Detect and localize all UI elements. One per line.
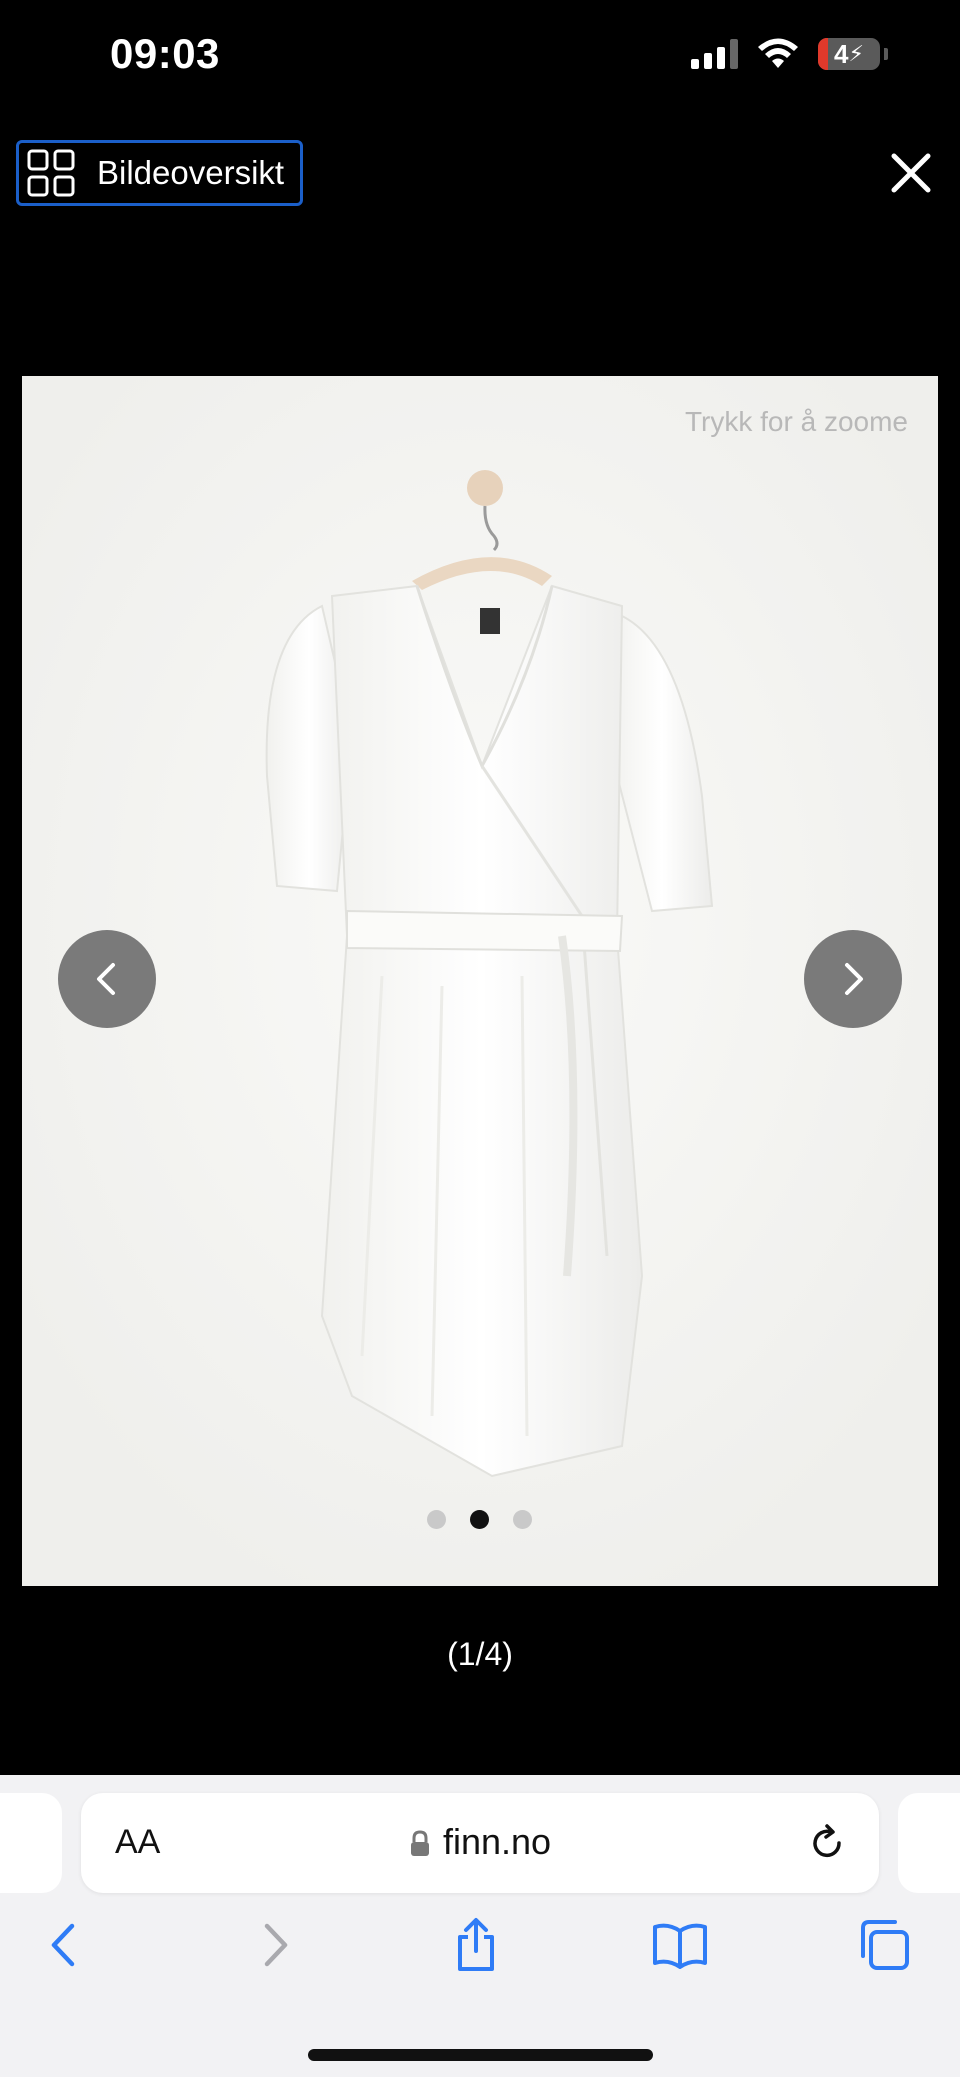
- back-button[interactable]: [34, 1915, 94, 1975]
- lock-icon: [410, 1830, 429, 1857]
- next-image-button[interactable]: [804, 930, 902, 1028]
- carousel-dot-active[interactable]: [470, 1510, 489, 1529]
- status-time: 09:03: [110, 30, 220, 77]
- zoom-hint: Trykk for å zoome: [684, 406, 908, 437]
- forward-button[interactable]: [245, 1915, 305, 1975]
- product-image[interactable]: Trykk for å zoome: [22, 376, 938, 1586]
- cellular-signal-icon: [691, 39, 738, 69]
- battery-icon: 4 ⚡: [818, 38, 880, 70]
- forward-icon: [264, 1923, 288, 1967]
- tabs-icon: [861, 1920, 909, 1970]
- chevron-left-icon: [97, 963, 115, 995]
- wifi-icon: [758, 38, 798, 68]
- previous-image-button[interactable]: [58, 930, 156, 1028]
- close-icon[interactable]: [886, 148, 936, 198]
- url-display[interactable]: finn.no: [81, 1821, 879, 1863]
- previous-tab-preview[interactable]: [0, 1793, 62, 1893]
- image-overview-label: Bildeoversikt: [97, 154, 285, 191]
- carousel-dot[interactable]: [427, 1510, 446, 1529]
- home-indicator: [308, 2049, 653, 2061]
- browser-bottom-bar: AA finn.no: [0, 1775, 960, 2077]
- bookmarks-icon: [653, 1923, 707, 1969]
- dress-image: [22, 376, 938, 1586]
- browser-toolbar: [0, 1915, 960, 1995]
- battery-level: 4: [834, 38, 849, 69]
- url-text: finn.no: [442, 1821, 552, 1862]
- image-overview-button[interactable]: Bildeoversikt: [16, 140, 303, 206]
- carousel-dot[interactable]: [513, 1510, 532, 1529]
- carousel-dots: [427, 1510, 532, 1529]
- grid-icon: [27, 149, 75, 197]
- chevron-right-icon: [845, 963, 863, 995]
- address-bar[interactable]: AA finn.no: [81, 1793, 879, 1893]
- tabs-button[interactable]: [854, 1915, 914, 1975]
- bookmarks-button[interactable]: [650, 1915, 710, 1975]
- status-bar: 09:03 4 ⚡: [0, 0, 960, 115]
- share-icon: [458, 1918, 494, 1971]
- share-button[interactable]: [446, 1915, 506, 1975]
- reload-icon[interactable]: [805, 1821, 849, 1865]
- status-icons: 4 ⚡: [691, 38, 888, 70]
- back-icon: [51, 1923, 75, 1967]
- image-counter: (1/4): [447, 1636, 513, 1672]
- next-tab-preview[interactable]: [898, 1793, 960, 1893]
